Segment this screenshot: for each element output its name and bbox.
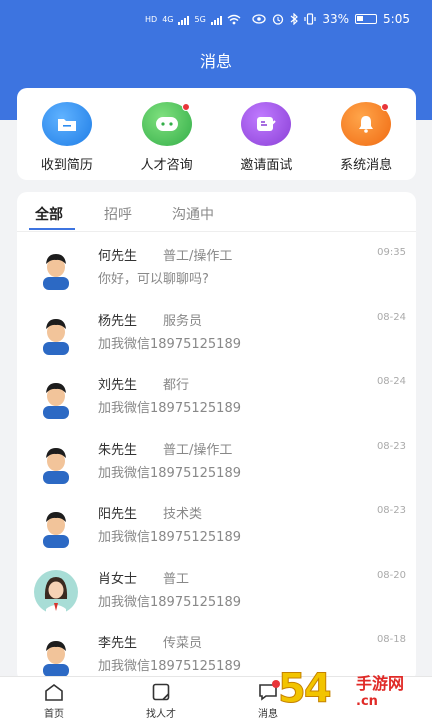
message-time: 08-23 [376, 505, 406, 516]
job-title: 技术类 [163, 507, 203, 522]
male-avatar [33, 444, 79, 484]
folder-icon [41, 102, 92, 146]
message-list-card: 全部 招呼 沟通中 何先生 普工/操作工 09:35 你好，可以聊聊吗? 杨先生 服务员 0… [17, 192, 416, 682]
watermark-url: .cn [356, 694, 378, 709]
message-time: 08-24 [376, 311, 406, 323]
quick-action-invite-interview[interactable]: 邀请面试 [217, 88, 317, 180]
message-row[interactable]: 刘先生 都行 08-24 加我微信18975125189 [17, 367, 416, 431]
alarm-icon [273, 14, 284, 25]
contact-name: 刘先生 [98, 378, 138, 393]
contact-name: 何先生 [98, 249, 138, 264]
nav-home[interactable]: 首页 [14, 677, 94, 720]
hd-label: HD [145, 15, 158, 24]
home-icon [45, 684, 63, 701]
message-preview: 你好，可以聊聊吗? [98, 272, 209, 287]
contact-name: 阳先生 [98, 507, 138, 522]
network-4g-label: 4G [162, 15, 174, 24]
message-row[interactable]: 阳先生 技术类 08-23 加我微信18975125189 [17, 496, 416, 560]
message-row[interactable]: 杨先生 服务员 08-24 加我微信18975125189 [17, 303, 416, 367]
quick-action-label: 系统消息 [340, 158, 393, 173]
contact-name: 李先生 [98, 636, 138, 651]
clock: 5:05 [383, 12, 410, 26]
status-right: 33% 5:05 [252, 12, 410, 26]
tab-bar: 全部 招呼 沟通中 [17, 192, 416, 232]
female-avatar [33, 569, 79, 615]
tab-in-conversation[interactable]: 沟通中 [172, 204, 214, 224]
quick-action-label: 收到简历 [40, 158, 93, 173]
contact-name: 肖女士 [98, 571, 138, 587]
message-preview: 加我微信18975125189 [98, 594, 241, 610]
invite-edit-icon [241, 102, 292, 146]
job-title: 普工 [163, 571, 190, 587]
badge-dot [181, 103, 190, 111]
message-time: 08-18 [376, 634, 406, 645]
quick-action-system-messages[interactable]: 系统消息 [316, 88, 416, 180]
eye-icon [252, 14, 267, 24]
message-preview: 加我微信18975125189 [98, 659, 241, 674]
watermark-title: 手游网 [356, 674, 405, 693]
job-title: 普工/操作工 [163, 249, 233, 264]
bluetooth-icon [290, 13, 299, 25]
vibrate-icon [304, 13, 316, 25]
nav-label: 首页 [44, 709, 64, 720]
signal-icon [178, 14, 190, 25]
nav-label: 找人才 [146, 709, 176, 720]
message-time: 08-24 [376, 376, 406, 387]
nav-find-talent[interactable]: 找人才 [121, 677, 201, 720]
network-5g-label: 5G [194, 15, 206, 24]
quick-action-talent-consult[interactable]: 人才咨询 [117, 88, 217, 180]
message-time: 08-23 [376, 440, 406, 452]
badge-dot [381, 103, 390, 111]
male-avatar [33, 508, 79, 548]
message-row[interactable]: 肖女士 普工 08-20 加我微信18975125189 [17, 561, 416, 625]
quick-action-resumes[interactable]: 收到简历 [17, 88, 117, 180]
chat-face-icon [141, 102, 192, 146]
page-title: 消息 [199, 52, 232, 71]
active-tab-indicator [29, 228, 75, 230]
signal-icon-2 [210, 14, 222, 25]
watermark-number: 54 [278, 666, 333, 713]
message-time: 09:35 [377, 247, 406, 258]
male-avatar [33, 315, 79, 355]
tab-all[interactable]: 全部 [35, 204, 63, 224]
male-avatar [33, 379, 79, 419]
network-indicators: HD 4G 5G [145, 14, 241, 25]
job-title: 都行 [163, 378, 190, 393]
message-preview: 加我微信18975125189 [98, 530, 241, 545]
quick-action-label: 邀请面试 [240, 158, 293, 173]
tab-greetings[interactable]: 招呼 [104, 204, 132, 224]
quick-actions: 收到简历 人才咨询 邀请面试 系统消息 [17, 88, 416, 180]
message-row[interactable]: 何先生 普工/操作工 09:35 你好，可以聊聊吗? [17, 238, 416, 302]
battery-percent: 33% [322, 12, 350, 26]
contact-name: 朱先生 [98, 442, 138, 458]
job-title: 服务员 [163, 313, 203, 329]
quick-action-label: 人才咨询 [140, 158, 193, 173]
bell-icon [341, 102, 392, 146]
status-bar: HD 4G 5G 33% 5:05 [0, 10, 432, 34]
contact-name: 杨先生 [98, 313, 138, 329]
male-avatar [33, 637, 79, 677]
site-watermark-logo: 54 手游网 .cn [278, 666, 428, 718]
wifi-icon [227, 14, 241, 25]
message-row[interactable]: 朱先生 普工/操作工 08-23 加我微信18975125189 [17, 432, 416, 496]
battery-icon [355, 14, 378, 24]
find-talent-icon [152, 683, 170, 701]
message-preview: 加我微信18975125189 [98, 336, 241, 352]
message-preview: 加我微信18975125189 [98, 465, 241, 481]
message-preview: 加我微信18975125189 [98, 401, 241, 416]
message-time: 08-20 [376, 569, 406, 581]
job-title: 普工/操作工 [163, 442, 233, 458]
job-title: 传菜员 [163, 636, 203, 651]
male-avatar [33, 250, 79, 290]
